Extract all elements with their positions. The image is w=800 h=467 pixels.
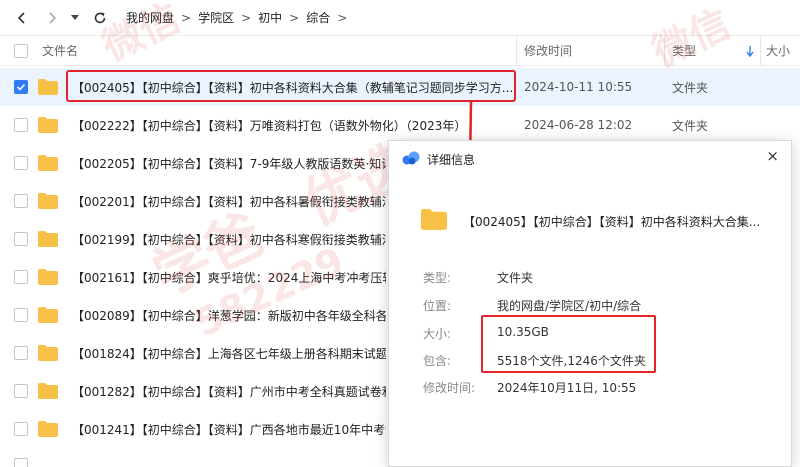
file-name[interactable]: 【001282】【初中综合】【资料】广州市中考全科真题试卷和 [72, 383, 386, 400]
breadcrumb-separator: > [241, 10, 252, 25]
cloud-logo-icon [402, 151, 420, 165]
folder-icon [421, 209, 447, 230]
column-divider[interactable] [760, 36, 761, 66]
size-highlight-box [481, 315, 656, 373]
file-name[interactable]: 【002161】【初中综合】爽乎培优：2024上海中考冲考压轴题 [72, 269, 386, 286]
breadcrumb-item[interactable]: 综合 [306, 9, 330, 26]
highlight-box [66, 70, 516, 102]
file-modified-date: 2024-06-28 12:02 [524, 118, 633, 132]
file-name[interactable]: 【002089】【初中综合】洋葱学园：新版初中各年级全科各版 [72, 307, 386, 324]
file-type: 文件夹 [672, 80, 709, 95]
column-header-size[interactable]: 大小 [766, 42, 790, 59]
column-divider[interactable] [664, 36, 665, 66]
info-label-location: 位置: [423, 299, 452, 313]
chevron-left-icon [17, 11, 25, 24]
folder-icon [38, 269, 58, 285]
row-checkbox[interactable] [14, 458, 28, 467]
breadcrumb-item[interactable]: 学院区 [198, 9, 234, 26]
select-all-checkbox[interactable] [14, 44, 28, 58]
breadcrumb-separator: > [289, 10, 300, 25]
column-header-type[interactable]: 类型 [672, 42, 696, 59]
row-checkbox[interactable] [14, 118, 28, 132]
info-value-type: 文件夹 [497, 271, 534, 285]
toolbar: 我的网盘 > 学院区 > 初中 > 综合 > [0, 0, 800, 36]
dialog-title: 详细信息 [427, 153, 476, 167]
breadcrumb-item[interactable]: 我的网盘 [126, 9, 174, 26]
info-label-contains: 包含: [423, 354, 452, 368]
column-header-modified[interactable]: 修改时间 [524, 42, 572, 59]
breadcrumb-separator: > [337, 10, 348, 25]
forward-button[interactable] [40, 6, 64, 30]
file-name[interactable]: 【001824】【初中综合】上海各区七年级上册各科期末试题和 [72, 345, 386, 362]
close-button[interactable]: × [766, 147, 779, 165]
file-type: 文件夹 [672, 118, 709, 133]
dialog-filename: 【002405】【初中综合】【资料】初中各科资料大合集... [463, 215, 761, 229]
caret-down-icon [71, 14, 79, 20]
folder-icon [38, 231, 58, 247]
file-name[interactable]: 【002205】【初中综合】【资料】7-9年级人教版语数英·知识 [72, 155, 386, 172]
folder-icon [38, 79, 58, 95]
check-icon [16, 83, 26, 91]
row-checkbox[interactable] [14, 156, 28, 170]
row-checkbox[interactable] [14, 308, 28, 322]
folder-icon [38, 155, 58, 171]
folder-icon [38, 345, 58, 361]
file-name[interactable]: 【002199】【初中综合】【资料】初中各科寒假衔接类教辅汇 [72, 231, 386, 248]
file-row[interactable]: 【002222】【初中综合】【资料】万唯资料打包（语数外物化）（2023年） 2… [0, 106, 800, 144]
info-label-size: 大小: [423, 327, 452, 341]
folder-icon [38, 421, 58, 437]
folder-icon [38, 117, 58, 133]
row-checkbox[interactable] [14, 194, 28, 208]
info-value-location[interactable]: 我的网盘/学院区/初中/综合 [497, 297, 641, 314]
file-name[interactable]: 【001241】【初中综合】【资料】广西各地市最近10年中考数 [72, 421, 386, 438]
history-dropdown-button[interactable] [68, 6, 82, 30]
breadcrumb-item[interactable]: 初中 [258, 9, 282, 26]
chevron-right-icon [49, 11, 57, 24]
file-name[interactable]: 【002222】【初中综合】【资料】万唯资料打包（语数外物化）（2023年） [72, 117, 466, 134]
column-divider[interactable] [516, 36, 517, 66]
breadcrumb-separator: > [181, 10, 192, 25]
sort-down-icon[interactable] [746, 46, 754, 57]
column-header-name[interactable]: 文件名 [42, 42, 78, 59]
info-label-modified: 修改时间: [423, 381, 476, 395]
folder-icon [38, 383, 58, 399]
file-name[interactable]: 【002201】【初中综合】【资料】初中各科暑假衔接类教辅汇 [72, 193, 386, 210]
folder-icon [38, 307, 58, 323]
row-checkbox[interactable] [14, 384, 28, 398]
refresh-icon [94, 12, 106, 23]
row-checkbox[interactable] [14, 80, 28, 94]
row-checkbox[interactable] [14, 422, 28, 436]
row-checkbox[interactable] [14, 346, 28, 360]
info-label-type: 类型: [423, 271, 452, 285]
back-button[interactable] [10, 6, 34, 30]
info-value-modified: 2024年10月11日, 10:55 [497, 381, 637, 395]
breadcrumb: 我的网盘 > 学院区 > 初中 > 综合 > [126, 9, 354, 26]
row-checkbox[interactable] [14, 232, 28, 246]
details-dialog: 详细信息 × 【002405】【初中综合】【资料】初中各科资料大合集... 类型… [388, 140, 792, 467]
file-modified-date: 2024-10-11 10:55 [524, 80, 633, 94]
file-list-header: 文件名 修改时间 类型 大小 [0, 36, 800, 66]
refresh-button[interactable] [88, 6, 112, 30]
row-checkbox[interactable] [14, 270, 28, 284]
folder-icon [38, 193, 58, 209]
